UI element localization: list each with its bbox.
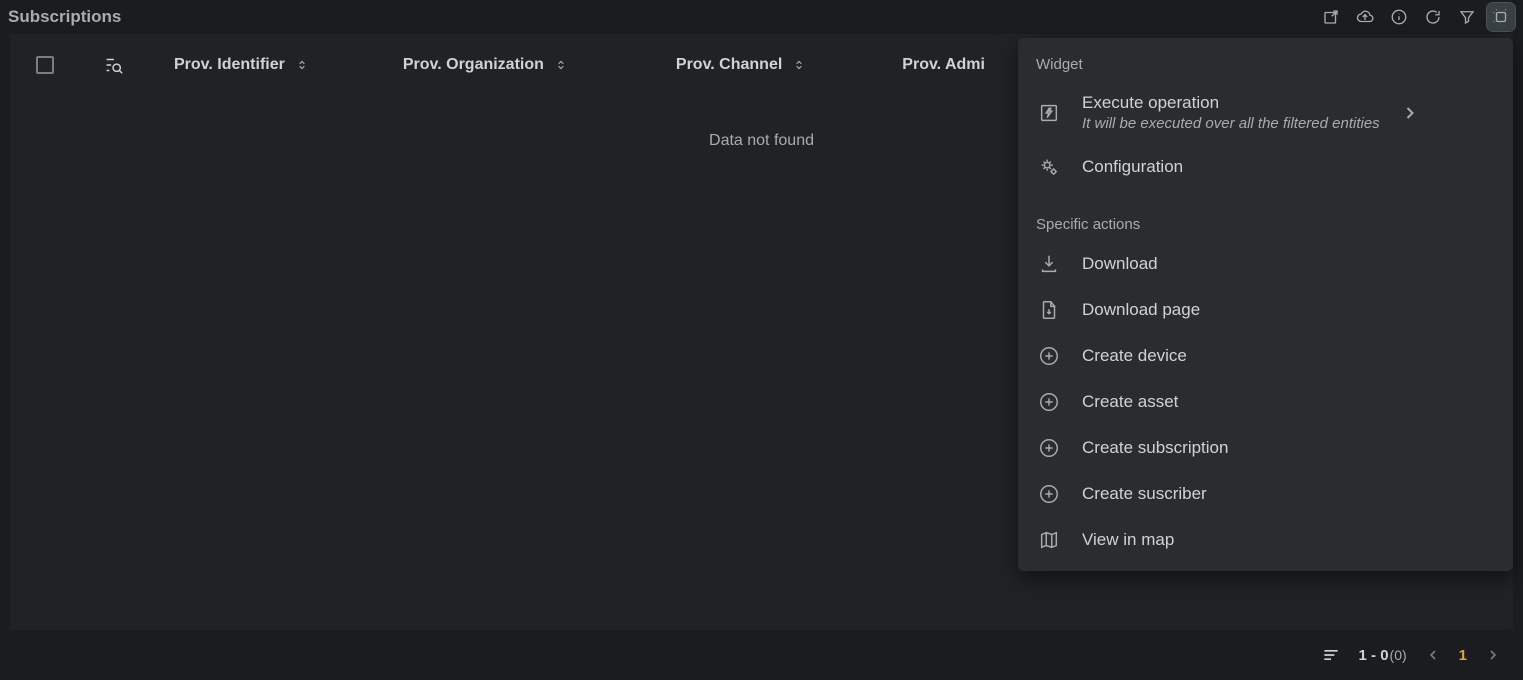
plus-circle-icon [1036, 391, 1062, 413]
menu-item-execute-operation[interactable]: Execute operation It will be executed ov… [1018, 81, 1513, 144]
page-title: Subscriptions [8, 7, 121, 27]
column-channel[interactable]: Prov. Channel [658, 56, 824, 74]
menu-item-label: Create device [1082, 346, 1495, 366]
footer: 1 - 0(0) 1 [10, 630, 1513, 680]
menu-item-label: Configuration [1082, 157, 1495, 177]
menu-item-label: Download [1082, 254, 1495, 274]
range-total: (0) [1390, 647, 1407, 663]
refresh-icon[interactable] [1419, 3, 1447, 31]
range-indicator: 1 - 0(0) [1359, 647, 1407, 664]
prev-page-icon[interactable] [1425, 647, 1441, 663]
column-admin[interactable]: Prov. Admi [884, 56, 1003, 74]
menu-item-create-asset[interactable]: Create asset [1018, 379, 1513, 425]
menu-section-specific: Specific actions [1018, 212, 1513, 241]
column-organization[interactable]: Prov. Organization [385, 56, 586, 74]
column-label: Prov. Identifier [174, 56, 285, 74]
sort-icon [295, 58, 309, 72]
menu-item-label: Create suscriber [1082, 484, 1495, 504]
menu-item-create-subscriber[interactable]: Create suscriber [1018, 471, 1513, 517]
menu-item-view-in-map[interactable]: View in map [1018, 517, 1513, 563]
rows-icon[interactable] [1321, 645, 1341, 665]
filter-icon[interactable] [1453, 3, 1481, 31]
plus-circle-icon [1036, 437, 1062, 459]
range-text: 1 - 0 [1359, 647, 1389, 664]
column-label: Prov. Organization [403, 56, 544, 74]
menu-item-label: Create subscription [1082, 438, 1495, 458]
info-icon[interactable] [1385, 3, 1413, 31]
column-search-icon[interactable] [102, 54, 124, 76]
titlebar: Subscriptions [0, 0, 1523, 34]
menu-item-configuration[interactable]: Configuration [1018, 144, 1513, 190]
column-label: Prov. Admi [902, 56, 985, 74]
download-icon [1036, 253, 1062, 275]
menu-item-create-subscription[interactable]: Create subscription [1018, 425, 1513, 471]
menu-item-download[interactable]: Download [1018, 241, 1513, 287]
sort-icon [554, 58, 568, 72]
menu-item-create-device[interactable]: Create device [1018, 333, 1513, 379]
export-icon[interactable] [1317, 3, 1345, 31]
cloud-upload-icon[interactable] [1351, 3, 1379, 31]
select-all-checkbox[interactable] [36, 56, 54, 74]
chevron-right-icon [1400, 103, 1420, 123]
plus-circle-icon [1036, 345, 1062, 367]
menu-section-widget: Widget [1018, 52, 1513, 81]
map-icon [1036, 529, 1062, 551]
gear-icon [1036, 156, 1062, 178]
sort-icon [792, 58, 806, 72]
menu-item-label: Download page [1082, 300, 1495, 320]
pager: 1 [1425, 647, 1501, 664]
menu-item-label: Create asset [1082, 392, 1495, 412]
column-identifier[interactable]: Prov. Identifier [156, 56, 327, 74]
plus-circle-icon [1036, 483, 1062, 505]
current-page[interactable]: 1 [1459, 647, 1467, 664]
menu-item-download-page[interactable]: Download page [1018, 287, 1513, 333]
file-download-icon [1036, 299, 1062, 321]
menu-item-label: View in map [1082, 530, 1495, 550]
menu-item-label: Execute operation [1082, 93, 1380, 113]
more-actions-icon[interactable] [1487, 3, 1515, 31]
actions-menu: Widget Execute operation It will be exec… [1018, 38, 1513, 571]
column-label: Prov. Channel [676, 56, 782, 74]
toolbar [1317, 3, 1515, 31]
menu-item-subtitle: It will be executed over all the filtere… [1082, 115, 1380, 132]
execute-icon [1036, 102, 1062, 124]
next-page-icon[interactable] [1485, 647, 1501, 663]
